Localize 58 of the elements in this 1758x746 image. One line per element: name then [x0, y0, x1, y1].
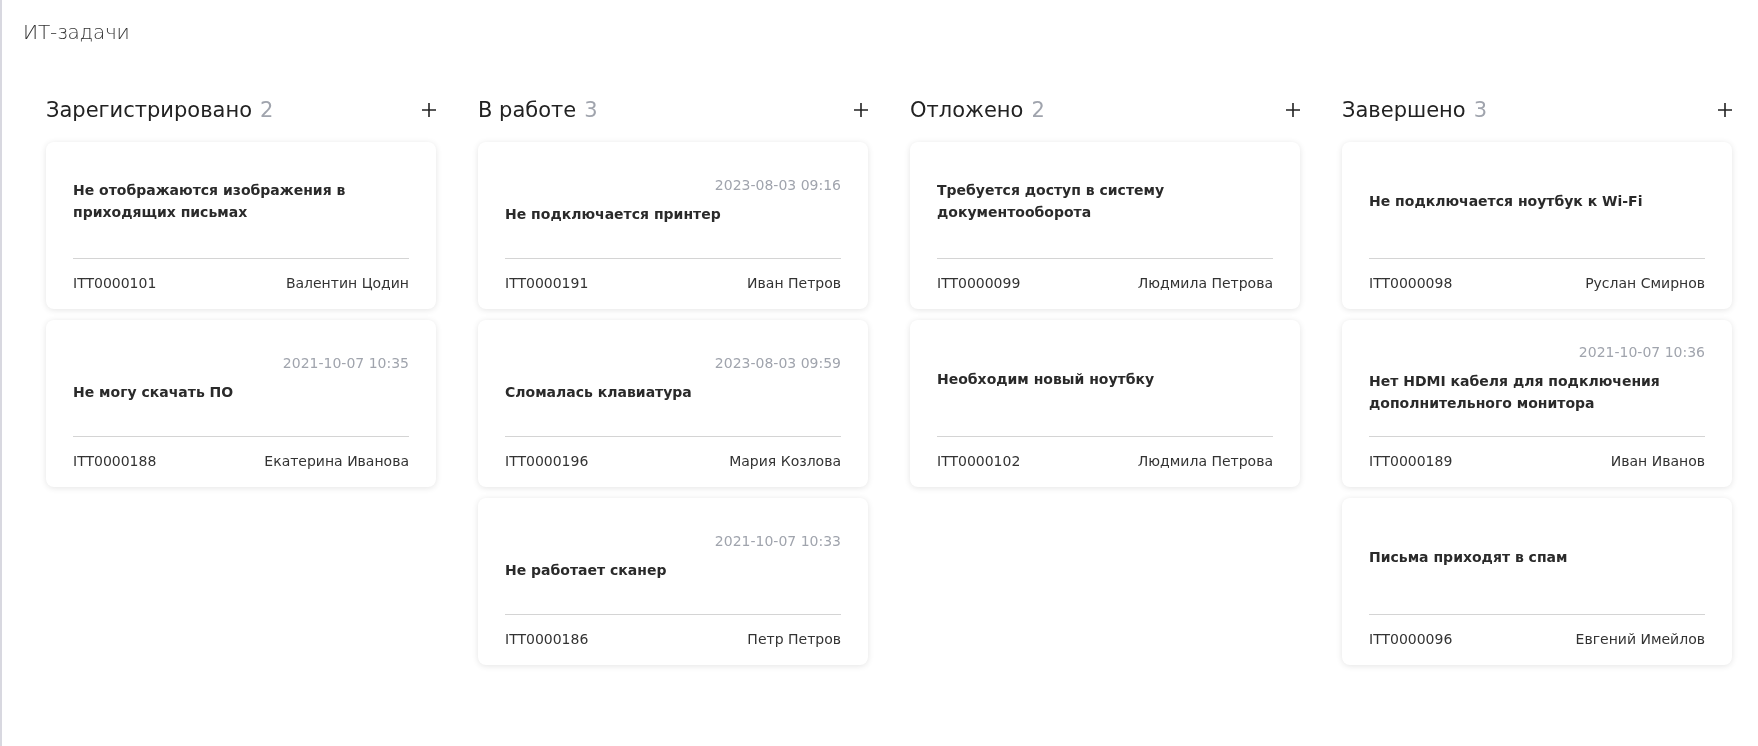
task-title: Нет HDMI кабеля для подключения дополнительного монитора [1369, 372, 1661, 413]
column-title: Отложено [910, 98, 1024, 122]
column-title: В работе [478, 98, 577, 122]
add-icon[interactable] [422, 103, 436, 117]
task-assignee: Евгений Имейлов [1575, 630, 1705, 649]
task-assignee: Мария Козлова [729, 452, 841, 471]
column-count: 3 [584, 98, 598, 122]
task-number: ITT0000102 [937, 452, 1021, 471]
task-assignee: Екатерина Иванова [264, 452, 409, 471]
task-number: ITT0000096 [1369, 630, 1453, 649]
column-title: Завершено [1342, 98, 1466, 122]
add-icon[interactable] [1718, 103, 1732, 117]
task-title: Не могу скачать ПО [73, 383, 235, 402]
column-count: 3 [1473, 98, 1488, 122]
column-count: 2 [1031, 98, 1045, 122]
task-number: ITT0000101 [73, 274, 157, 293]
task-assignee: Иван Петров [747, 274, 841, 293]
task-title: Не подключается принтер [505, 205, 722, 224]
task-title: Письма приходят в спам [1369, 548, 1569, 567]
task-card[interactable]: 2021-10-07 10:36 Нет HDMI кабеля для подключения дополнительного монитора ITT0000189 Иван Иванов [1342, 320, 1732, 487]
task-card[interactable]: Требуется доступ в систему документооборота ITT0000099 Людмила Петрова [910, 142, 1300, 309]
add-icon[interactable] [1286, 103, 1300, 117]
task-title: Требуется доступ в систему документооборота [937, 181, 1166, 222]
task-title: Не отображаются изображения в приходящих письмах [73, 181, 347, 222]
task-number: ITT0000196 [505, 452, 589, 471]
task-number: ITT0000186 [505, 630, 589, 649]
task-number: ITT0000188 [73, 452, 157, 471]
task-number: ITT0000191 [505, 274, 589, 293]
task-title: Не подключается ноутбук к Wi-Fi [1369, 192, 1644, 211]
task-assignee: Людмила Петрова [1137, 274, 1273, 293]
task-card[interactable]: Не отображаются изображения в приходящих письмах ITT0000101 Валентин Цодин [46, 142, 436, 309]
task-number: ITT0000189 [1369, 452, 1453, 471]
task-card[interactable]: 2021-10-07 10:35 Не могу скачать ПО ITT0000188 Екатерина Иванова [46, 320, 436, 487]
task-title: Необходим новый ноутбку [937, 370, 1156, 389]
task-card[interactable]: 2021-10-07 10:33 Не работает сканер ITT0000186 Петр Петров [478, 498, 868, 665]
task-number: ITT0000099 [937, 274, 1021, 293]
column-count: 2 [260, 98, 274, 122]
task-assignee: Руслан Смирнов [1585, 274, 1705, 293]
task-card[interactable]: Письма приходят в спам ITT0000096 Евгений Имейлов [1342, 498, 1732, 665]
task-card[interactable]: Не подключается ноутбук к Wi-Fi ITT0000098 Руслан Смирнов [1342, 142, 1732, 309]
task-date: 2023-08-03 09:59 [714, 355, 841, 371]
task-title: Не работает сканер [505, 561, 668, 580]
task-date: 2021-10-07 10:35 [282, 355, 409, 371]
task-assignee: Валентин Цодин [285, 274, 409, 293]
task-card[interactable]: 2023-08-03 09:16 Не подключается принтер ITT0000191 Иван Петров [478, 142, 868, 309]
task-number: ITT0000098 [1369, 274, 1453, 293]
task-title: Сломалась клавиатура [505, 383, 693, 402]
task-assignee: Петр Петров [747, 630, 841, 649]
task-date: 2023-08-03 09:16 [714, 177, 841, 193]
column-title: Зарегистрировано [46, 98, 253, 122]
task-date: 2021-10-07 10:33 [714, 533, 841, 549]
task-card[interactable]: Необходим новый ноутбку ITT0000102 Людмила Петрова [910, 320, 1300, 487]
task-date: 2021-10-07 10:36 [1578, 344, 1705, 360]
add-icon[interactable] [854, 103, 868, 117]
task-assignee: Людмила Петрова [1137, 452, 1273, 471]
task-assignee: Иван Иванов [1610, 452, 1705, 471]
page-title: ИТ-задачи [23, 20, 131, 44]
task-card[interactable]: 2023-08-03 09:59 Сломалась клавиатура ITT0000196 Мария Козлова [478, 320, 868, 487]
